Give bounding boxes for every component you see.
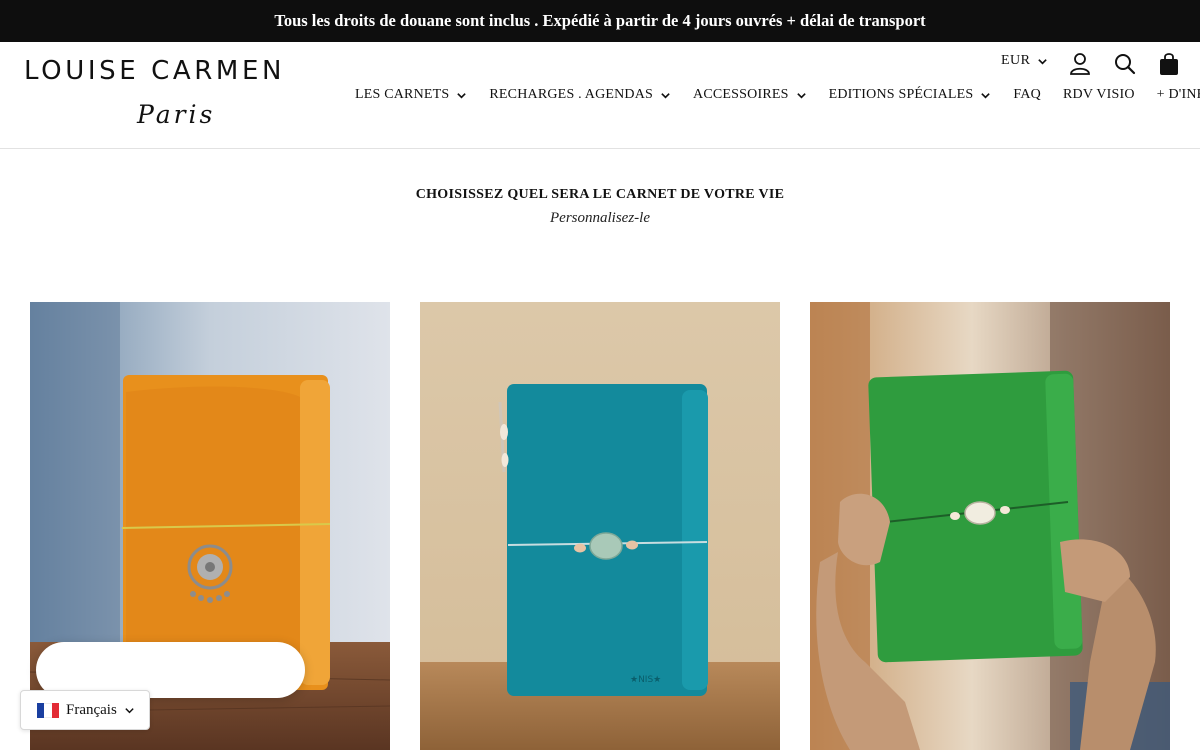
fr-flag-icon [37,702,59,718]
announcement-bar: Tous les droits de douane sont inclus . … [0,0,1200,42]
language-selector[interactable]: Français [20,690,150,730]
nav-item-rdv-visio[interactable]: RDV VISIO [1063,87,1135,103]
nav-label: LES CARNETS [355,87,450,102]
product-card-teal[interactable]: ★NIS★ [420,302,780,750]
chevron-down-icon [796,92,806,99]
nav-label: FAQ [1013,87,1041,102]
nav-item-editions-speciales[interactable]: EDITIONS SPÉCIALES [829,87,992,103]
search-icon[interactable] [1112,51,1138,77]
chevron-down-icon [125,707,134,713]
brand-logo[interactable]: LOUISE CARMEN [24,56,285,86]
site-header: LOUISE CARMEN Paris EUR LES CARNETS RECH… [0,42,1200,149]
section-title: CHOISISSEZ QUEL SERA LE CARNET DE VOTRE … [415,187,785,202]
nav-label: + D'INFOS [1156,87,1200,102]
account-icon[interactable] [1067,51,1093,77]
language-label: Français [66,701,117,718]
nav-item-faq[interactable]: FAQ [1013,87,1041,103]
currency-label: EUR [1001,53,1031,68]
announcement-text: Tous les droits de douane sont inclus . … [274,11,926,30]
engraving-text: ★NIS★ [630,675,661,685]
main-nav: LES CARNETS RECHARGES . AGENDAS ACCESSOI… [355,86,1200,104]
nav-label: ACCESSOIRES [693,87,789,102]
nav-item-recharges-agendas[interactable]: RECHARGES . AGENDAS [489,87,671,103]
product-card-green[interactable] [810,302,1170,750]
nav-label: RECHARGES . AGENDAS [489,87,654,102]
chevron-down-icon [1037,58,1047,65]
nav-label: EDITIONS SPÉCIALES [828,87,974,102]
chevron-down-icon [457,92,467,99]
nav-item-plus-infos[interactable]: + D'INFOS [1157,87,1200,103]
chevron-down-icon [981,92,991,99]
teal-notebook-image: ★NIS★ [420,302,780,750]
chevron-down-icon [661,92,670,99]
green-notebook-image [810,302,1170,750]
currency-selector[interactable]: EUR [1001,53,1048,69]
nav-item-accessoires[interactable]: ACCESSOIRES [693,87,807,103]
cart-icon[interactable] [1156,51,1182,77]
brand-city[interactable]: Paris [137,100,215,129]
nav-item-les-carnets[interactable]: LES CARNETS [355,87,467,103]
section-subtitle: Personnalisez-le [550,210,650,226]
nav-label: RDV VISIO [1062,87,1135,102]
